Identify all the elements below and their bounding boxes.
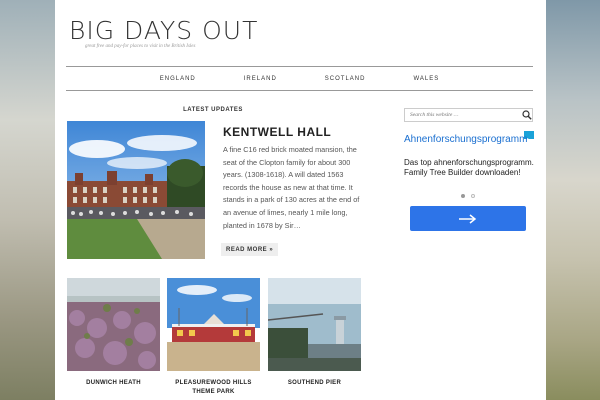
background-left	[0, 0, 55, 400]
page-container: BIG DAYS OUT great free and pay-for plac…	[55, 0, 546, 400]
nav-item-scotland[interactable]: SCOTLAND	[301, 76, 390, 82]
ad-text: Das top ahnenforschungsprogramm. Family …	[404, 158, 534, 177]
thumbnail-pleasurewood-hills[interactable]	[167, 278, 260, 371]
feature-excerpt: A fine C16 red brick moated mansion, the…	[223, 145, 360, 230]
search-input[interactable]	[404, 108, 533, 122]
ad-cta-button[interactable]	[410, 206, 526, 231]
search-icon[interactable]	[522, 110, 532, 120]
dunwich-heath-photo	[67, 278, 160, 371]
arrow-right-icon	[459, 213, 477, 224]
ad-title[interactable]: Ahnenforschungsprogramm	[404, 134, 532, 145]
carousel-dot[interactable]	[471, 194, 475, 198]
carousel-dot-active[interactable]	[461, 194, 465, 198]
site-tagline: great free and pay-for places to visit i…	[85, 44, 196, 49]
sidebar-ad[interactable]: Ahnenforschungsprogramm Das top ahnenfor…	[404, 131, 534, 239]
section-heading: LATEST UPDATES	[183, 107, 243, 113]
pleasurewood-hills-photo	[167, 278, 260, 371]
read-more-button[interactable]: READ MORE »	[221, 243, 279, 256]
southend-pier-photo	[268, 278, 361, 371]
nav-item-england[interactable]: ENGLAND	[136, 76, 220, 82]
thumbnail-caption-dunwich-heath[interactable]: DUNWICH HEATH	[67, 379, 160, 388]
nav-item-wales[interactable]: WALES	[389, 76, 463, 82]
thumbnail-caption-southend-pier[interactable]: SOUTHEND PIER	[268, 379, 361, 388]
kentwell-hall-photo	[67, 121, 205, 259]
nav-item-ireland[interactable]: IRELAND	[220, 76, 301, 82]
thumbnail-southend-pier[interactable]	[268, 278, 361, 371]
feature-image[interactable]	[67, 121, 205, 259]
site-title[interactable]: BIG DAYS OUT	[69, 16, 258, 45]
main-nav: ENGLAND IRELAND SCOTLAND WALES	[66, 66, 533, 91]
thumbnail-caption-pleasurewood-hills[interactable]: PLEASUREWOOD HILLS THEME PARK	[167, 379, 260, 397]
background-right	[546, 0, 600, 400]
feature-title[interactable]: KENTWELL HALL	[223, 125, 331, 139]
thumbnail-dunwich-heath[interactable]	[67, 278, 160, 371]
